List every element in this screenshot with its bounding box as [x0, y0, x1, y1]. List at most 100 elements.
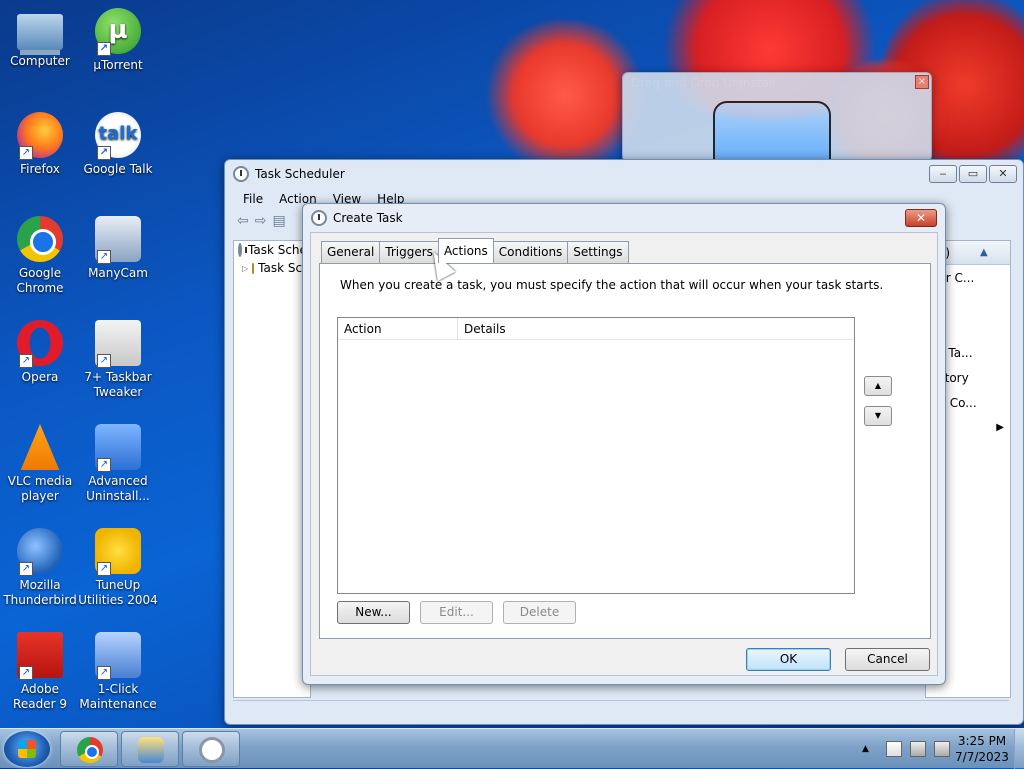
taskbar-clock[interactable]: 3:25 PM 7/7/2023: [950, 733, 1014, 765]
list-header: Action Details: [338, 318, 854, 340]
drag-drop-uninstall-window[interactable]: Drag and Drop Uninstall ×: [622, 72, 932, 165]
forward-arrow-icon[interactable]: ⇨: [255, 213, 267, 229]
show-hidden-icons-button[interactable]: ▲: [862, 741, 878, 757]
cancel-button[interactable]: Cancel: [845, 648, 930, 671]
shortcut-arrow-icon: ↗: [97, 250, 111, 264]
tab-general[interactable]: General: [321, 241, 381, 263]
ok-button[interactable]: OK: [746, 648, 831, 671]
tab-actions[interactable]: Actions: [437, 238, 494, 263]
desktop-icon-tuneup[interactable]: ↗ TuneUp Utilities 2004: [78, 528, 158, 608]
computer-icon: [17, 14, 63, 50]
desktop-icon-utorrent[interactable]: µ ↗ µTorrent: [78, 8, 158, 73]
minimize-button[interactable]: ‒: [929, 165, 957, 183]
action-center-icon[interactable]: [886, 741, 902, 757]
move-up-button[interactable]: ▲: [864, 376, 892, 396]
chrome-icon: [77, 737, 103, 763]
taskbar-tweaker-icon: ↗: [95, 320, 141, 368]
shortcut-arrow-icon: ↗: [97, 146, 111, 160]
delete-action-button[interactable]: Delete: [503, 601, 576, 624]
window-title: Task Scheduler: [255, 167, 345, 181]
recycle-bin-icon[interactable]: [713, 101, 831, 165]
shortcut-arrow-icon: ↗: [97, 666, 111, 680]
adobe-reader-icon: ↗: [17, 632, 63, 680]
menu-file[interactable]: File: [243, 192, 263, 206]
desktop-icon-adobe-reader[interactable]: ↗ Adobe Reader 9: [0, 632, 80, 712]
desktop-icon-1-click-maintenance[interactable]: ↗ 1-Click Maintenance: [78, 632, 158, 712]
close-button[interactable]: ×: [915, 75, 929, 89]
create-task-dialog[interactable]: Create Task ✕ General Triggers Actions C…: [302, 203, 946, 685]
desktop-icon-thunderbird[interactable]: ↗ Mozilla Thunderbird: [0, 528, 80, 608]
shortcut-arrow-icon: ↗: [97, 562, 111, 576]
taskbar-button-tweaker[interactable]: [121, 731, 179, 767]
desktop-icon-vlc[interactable]: VLC media player: [0, 424, 80, 504]
desktop-icon-chrome[interactable]: Google Chrome: [0, 216, 80, 296]
tab-strip: General Triggers Actions Conditions Sett…: [321, 238, 629, 263]
shortcut-arrow-icon: ↗: [19, 146, 33, 160]
chrome-icon: [17, 216, 63, 262]
desktop-icon-google-talk[interactable]: talk ↗ Google Talk: [78, 112, 158, 177]
taskbar: ▲ 3:25 PM 7/7/2023: [0, 728, 1024, 769]
column-header-details[interactable]: Details: [458, 318, 854, 339]
edit-action-button[interactable]: Edit...: [420, 601, 493, 624]
desktop-icon-label: 1-Click Maintenance: [79, 682, 157, 711]
clock-date: 7/7/2023: [955, 750, 1009, 764]
clock-icon: [233, 166, 249, 182]
shortcut-arrow-icon: ↗: [19, 666, 33, 680]
new-action-button[interactable]: New...: [337, 601, 410, 624]
shortcut-arrow-icon: ↗: [97, 42, 111, 56]
desktop-icon-computer[interactable]: Computer: [0, 8, 80, 69]
console-tree: Task Scheduler (Local) ▷ Task Scheduler …: [233, 240, 311, 698]
desktop-icon-label: Opera: [21, 370, 59, 384]
folder-icon: [252, 262, 255, 274]
firefox-icon: ↗: [17, 112, 63, 160]
opera-icon: ↗: [17, 320, 63, 368]
tool-icon: [138, 737, 164, 763]
desktop-icon-manycam[interactable]: ↗ ManyCam: [78, 216, 158, 281]
close-button[interactable]: ✕: [989, 165, 1017, 183]
back-arrow-icon[interactable]: ⇦: [237, 213, 249, 229]
dialog-title: Create Task: [333, 211, 403, 225]
desktop-icon-label: Advanced Uninstall...: [86, 474, 150, 503]
windows-logo-icon: [18, 740, 36, 758]
clock-icon: [199, 737, 225, 763]
utorrent-icon: µ ↗: [95, 8, 141, 56]
tree-item-root[interactable]: Task Scheduler (Local): [234, 241, 310, 259]
desktop-icon-label: TuneUp Utilities 2004: [78, 578, 158, 607]
maximize-button[interactable]: ▭: [959, 165, 987, 183]
desktop-icon-opera[interactable]: ↗ Opera: [0, 320, 80, 385]
desktop-icon-label: Computer: [10, 54, 70, 68]
collapse-arrow-icon[interactable]: ▲: [980, 247, 988, 258]
show-desktop-button[interactable]: [1014, 729, 1024, 769]
volume-muted-icon[interactable]: [934, 741, 950, 757]
desktop-icon-label: µTorrent: [93, 58, 143, 72]
column-header-action[interactable]: Action: [338, 318, 458, 339]
desktop-icon-taskbar-tweaker[interactable]: ↗ 7+ Taskbar Tweaker: [78, 320, 158, 400]
advanced-uninstaller-icon: ↗: [95, 424, 141, 472]
console-tree-icon[interactable]: ▤: [272, 213, 285, 229]
actions-list[interactable]: Action Details: [337, 317, 855, 594]
taskbar-button-chrome[interactable]: [60, 731, 118, 767]
desktop-icon-firefox[interactable]: ↗ Firefox: [0, 112, 80, 177]
maintenance-icon: ↗: [95, 632, 141, 680]
desktop-icon-label: Google Chrome: [16, 266, 64, 295]
manycam-icon: ↗: [95, 216, 141, 264]
taskbar-button-task-scheduler[interactable]: [182, 731, 240, 767]
expand-arrow-icon[interactable]: ▷: [242, 264, 248, 273]
clock-time: 3:25 PM: [957, 734, 1007, 748]
shortcut-arrow-icon: ↗: [97, 354, 111, 368]
network-icon[interactable]: [910, 741, 926, 757]
tree-item-library[interactable]: ▷ Task Scheduler Library: [234, 259, 310, 277]
thunderbird-icon: ↗: [17, 528, 63, 576]
tuneup-icon: ↗: [95, 528, 141, 576]
shortcut-arrow-icon: ↗: [19, 562, 33, 576]
move-down-button[interactable]: ▼: [864, 406, 892, 426]
desktop-icon-label: Firefox: [20, 162, 60, 176]
desktop-icon-advanced-uninstaller[interactable]: ↗ Advanced Uninstall...: [78, 424, 158, 504]
close-button[interactable]: ✕: [905, 209, 937, 227]
tab-conditions[interactable]: Conditions: [492, 241, 569, 263]
desktop-icon-label: ManyCam: [88, 266, 148, 280]
dialog-body: General Triggers Actions Conditions Sett…: [310, 232, 938, 676]
tab-settings[interactable]: Settings: [567, 241, 629, 263]
start-button[interactable]: [4, 731, 50, 767]
desktop-icon-label: Mozilla Thunderbird: [3, 578, 77, 607]
